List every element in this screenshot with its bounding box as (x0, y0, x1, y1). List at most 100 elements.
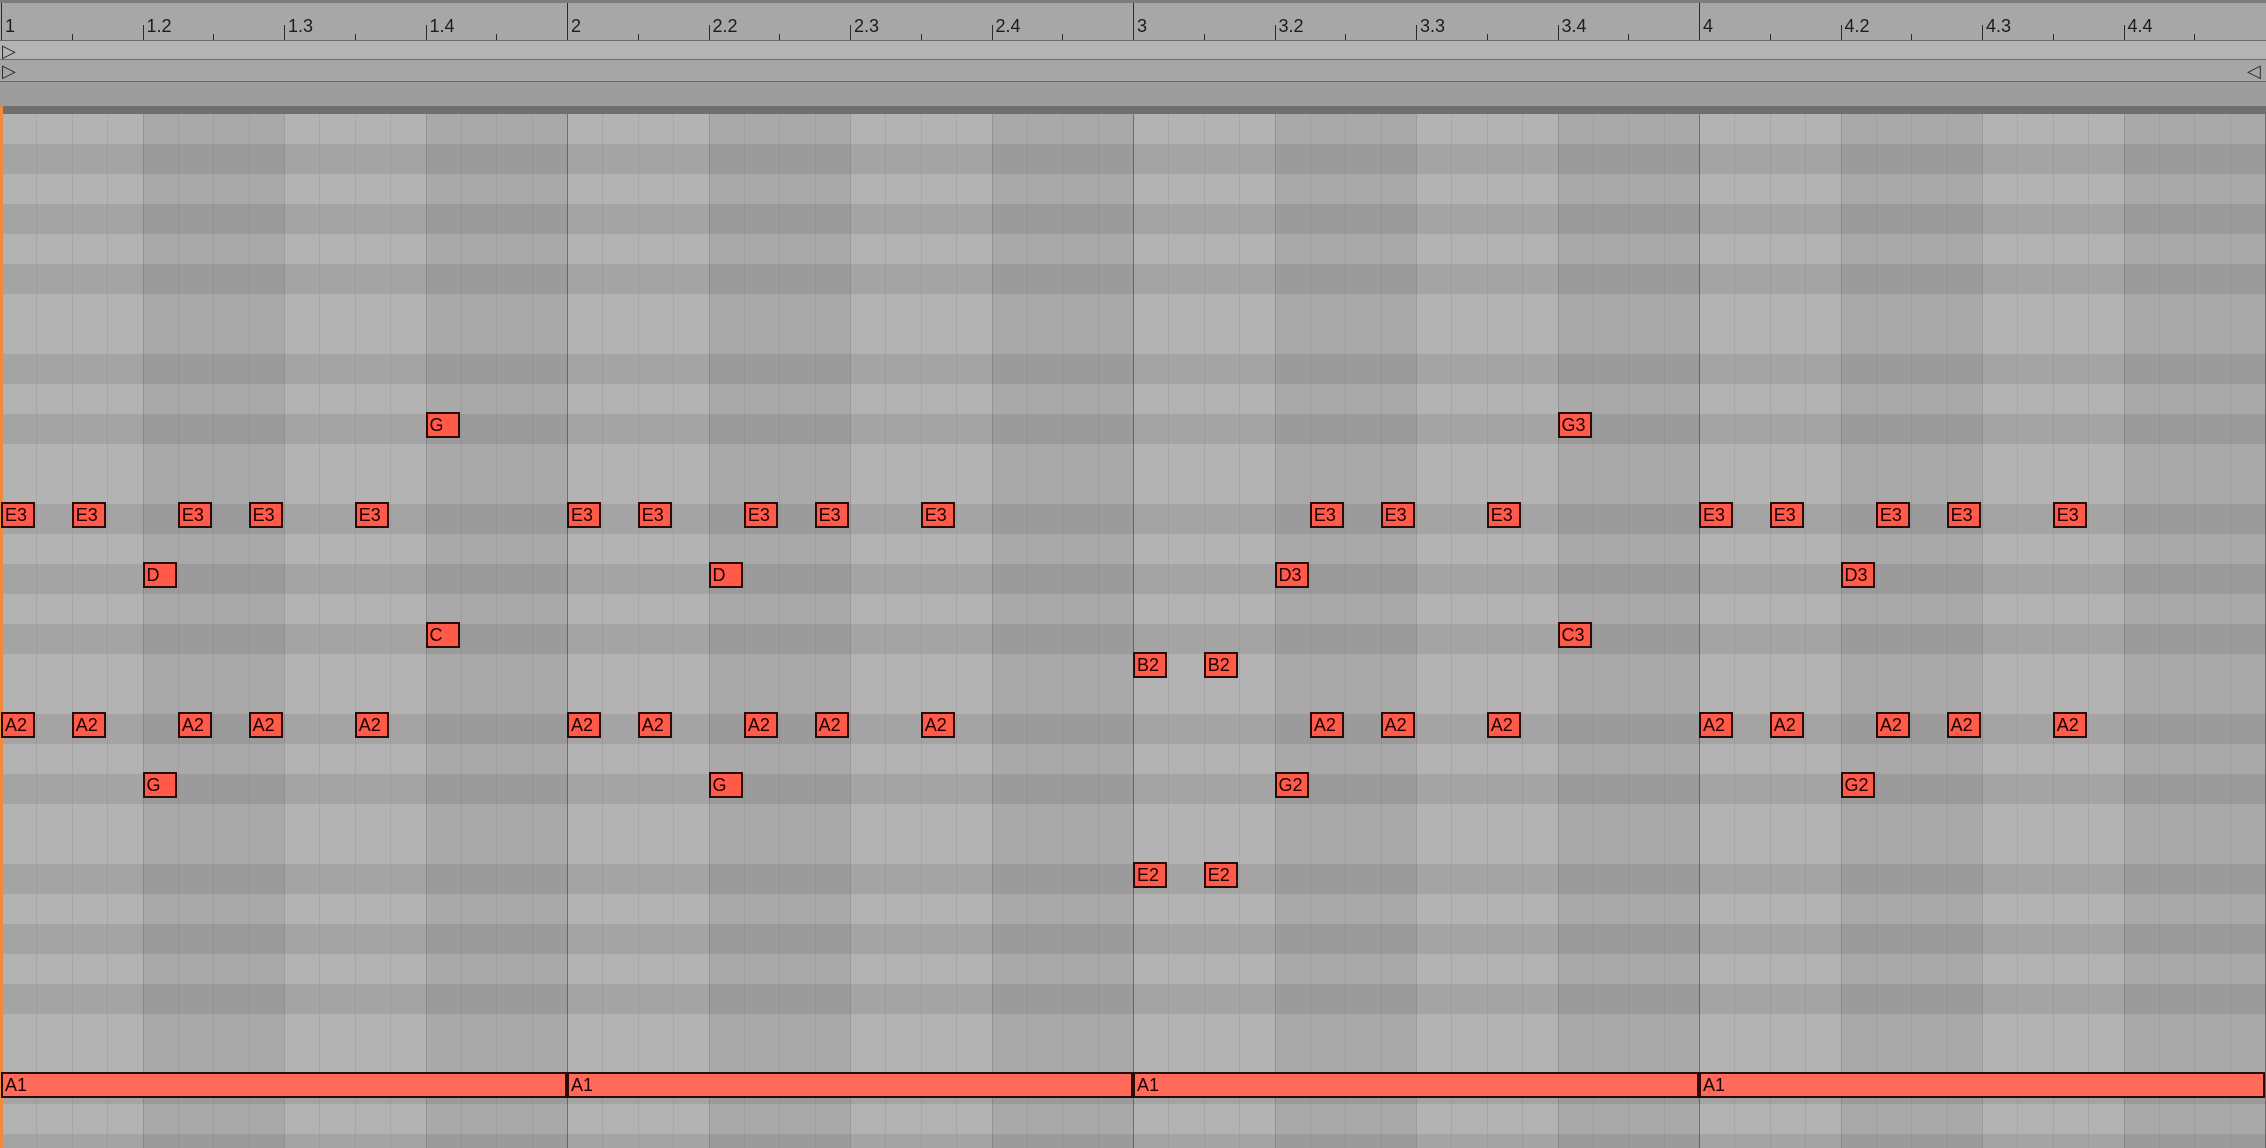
midi-note[interactable]: A2 (1486, 712, 1521, 738)
grid-line (743, 114, 745, 1148)
loop-marker-strip[interactable]: ▷ ◁ (0, 60, 2266, 82)
grid-line (1592, 114, 1594, 1148)
scroll-divider (0, 106, 2266, 114)
grid-line (885, 114, 887, 1148)
play-triangle-right-icon[interactable]: ▷ (2, 42, 16, 60)
midi-note[interactable]: A2 (1699, 712, 1733, 738)
midi-note[interactable]: A2 (71, 712, 106, 738)
grid-line (1699, 114, 1700, 1148)
ruler-tick (1699, 3, 1700, 43)
midi-note[interactable]: A2 (1309, 712, 1344, 738)
midi-note[interactable]: G (425, 412, 460, 438)
midi-note[interactable]: G2 (1274, 772, 1309, 798)
grid-line (1239, 114, 1241, 1148)
midi-note[interactable]: A2 (567, 712, 601, 738)
grid-line (637, 114, 639, 1148)
midi-note[interactable]: A2 (1380, 712, 1415, 738)
midi-note[interactable]: A2 (1875, 712, 1910, 738)
ruler-label: 3.3 (1420, 16, 1446, 36)
midi-note[interactable]: E3 (1946, 502, 1981, 528)
midi-note[interactable]: A2 (177, 712, 212, 738)
midi-note[interactable]: A1 (567, 1072, 1133, 1098)
midi-note[interactable]: E2 (1133, 862, 1167, 888)
midi-note[interactable]: E3 (354, 502, 389, 528)
grid-line (1911, 114, 1913, 1148)
midi-note[interactable]: E3 (637, 502, 672, 528)
midi-note[interactable]: G2 (1840, 772, 1875, 798)
midi-note[interactable]: C3 (1557, 622, 1592, 648)
midi-note[interactable]: D3 (1840, 562, 1875, 588)
midi-note[interactable]: G3 (1557, 412, 1592, 438)
grid-line (177, 114, 179, 1148)
midi-note[interactable]: E3 (1699, 502, 1733, 528)
grid-line (71, 114, 73, 1148)
midi-note[interactable]: A2 (814, 712, 849, 738)
midi-note[interactable]: B2 (1203, 652, 1238, 678)
playhead-marker[interactable] (0, 106, 3, 1148)
midi-note[interactable]: E3 (567, 502, 601, 528)
midi-note[interactable]: A1 (1133, 1072, 1699, 1098)
midi-note[interactable]: A2 (1769, 712, 1804, 738)
grid-line (567, 114, 568, 1148)
midi-note[interactable]: E3 (1769, 502, 1804, 528)
midi-note[interactable]: E3 (1380, 502, 1415, 528)
grid-line (1734, 114, 1736, 1148)
midi-note[interactable]: E3 (1, 502, 35, 528)
grid-line (956, 114, 958, 1148)
start-end-marker-strip[interactable] (0, 82, 2266, 106)
grid-line (496, 114, 498, 1148)
ruler-label: 4.3 (1986, 16, 2012, 36)
midi-note[interactable]: E3 (1486, 502, 1521, 528)
midi-note[interactable]: A2 (743, 712, 778, 738)
grid-line (1522, 114, 1524, 1148)
midi-note[interactable]: E3 (814, 502, 849, 528)
ruler-label: 2.4 (995, 16, 1021, 36)
midi-note[interactable]: D (142, 562, 177, 588)
grid-line (1628, 114, 1630, 1148)
midi-note[interactable]: E3 (177, 502, 212, 528)
midi-note[interactable]: A2 (248, 712, 283, 738)
grid-line (1769, 114, 1771, 1148)
grid-line (673, 114, 675, 1148)
midi-note[interactable]: A1 (1699, 1072, 2265, 1098)
midi-note[interactable]: A2 (920, 712, 955, 738)
grid-line (779, 114, 781, 1148)
play-triangle-right-icon[interactable]: ▷ (2, 62, 16, 80)
grid-line (1274, 114, 1276, 1148)
grid-line (708, 114, 710, 1148)
ruler-tick (1, 3, 2, 43)
grid-line (2229, 114, 2231, 1148)
grid-line (248, 114, 250, 1148)
midi-note[interactable]: E3 (920, 502, 955, 528)
midi-note[interactable]: G (142, 772, 177, 798)
loop-brace-strip[interactable]: ▷ (0, 40, 2266, 60)
midi-note[interactable]: D3 (1274, 562, 1309, 588)
beat-time-ruler[interactable]: 1 1.2 1.3 1.4 2 2.2 2.3 2.4 3 3.2 3.3 3.4 4 4.2 4.3 4.4 (0, 0, 2266, 43)
midi-note[interactable]: A2 (2052, 712, 2087, 738)
midi-note[interactable]: E3 (1309, 502, 1344, 528)
ruler-label: 1 (5, 16, 16, 36)
grid-line (850, 114, 851, 1148)
midi-note[interactable]: E3 (71, 502, 106, 528)
ruler-tick (567, 3, 568, 43)
midi-note[interactable]: C (425, 622, 460, 648)
midi-note[interactable]: E3 (248, 502, 283, 528)
midi-note[interactable]: A1 (1, 1072, 567, 1098)
midi-note[interactable]: B2 (1133, 652, 1167, 678)
midi-note[interactable]: E3 (1875, 502, 1910, 528)
grid-line (142, 114, 144, 1148)
midi-note[interactable]: G (708, 772, 743, 798)
note-grid[interactable] (0, 114, 2266, 1148)
midi-note[interactable]: A2 (1, 712, 35, 738)
play-triangle-left-icon[interactable]: ◁ (2247, 62, 2261, 80)
midi-note[interactable]: A2 (637, 712, 672, 738)
midi-note[interactable]: E3 (2052, 502, 2087, 528)
midi-note[interactable]: E3 (743, 502, 778, 528)
ruler-label: 4 (1703, 16, 1714, 36)
midi-note[interactable]: D (708, 562, 743, 588)
grid-line (2017, 114, 2019, 1148)
midi-note[interactable]: E2 (1203, 862, 1238, 888)
midi-note[interactable]: A2 (1946, 712, 1981, 738)
grid-line (1416, 114, 1417, 1148)
midi-note[interactable]: A2 (354, 712, 389, 738)
